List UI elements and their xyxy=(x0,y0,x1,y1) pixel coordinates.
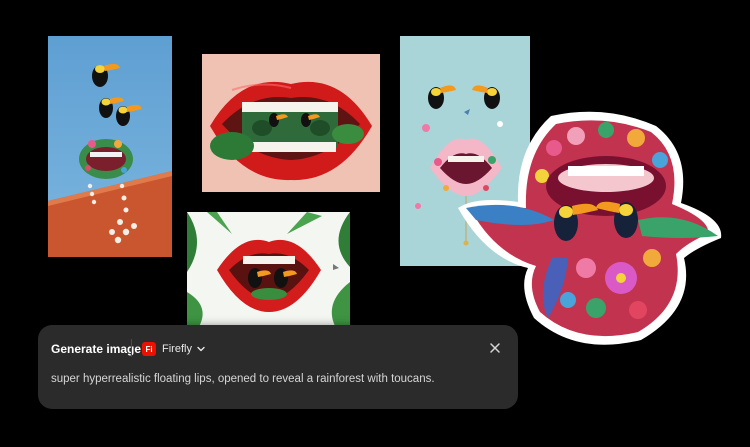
firefly-logo-icon: Fi xyxy=(142,342,156,356)
generate-image-panel: Generate image Fi Firefly super hyperrea… xyxy=(38,325,518,409)
embroidered-lips-sticker[interactable] xyxy=(456,108,726,348)
image-red-lips-jungle xyxy=(202,54,380,192)
close-icon[interactable] xyxy=(488,341,502,355)
generated-image-1[interactable] xyxy=(48,36,172,257)
divider xyxy=(131,339,132,357)
chevron-down-icon xyxy=(197,346,205,352)
sticker-art xyxy=(458,111,722,345)
model-selector[interactable]: Fi Firefly xyxy=(142,338,206,360)
generated-image-3[interactable] xyxy=(187,212,350,330)
generated-image-2[interactable] xyxy=(202,54,380,192)
model-name: Firefly xyxy=(162,343,192,355)
image-toucans-pearls xyxy=(48,36,172,257)
image-lips-palm-leaves xyxy=(187,212,350,330)
panel-title: Generate image xyxy=(51,342,142,356)
prompt-text[interactable]: super hyperrealistic floating lips, open… xyxy=(51,373,435,385)
